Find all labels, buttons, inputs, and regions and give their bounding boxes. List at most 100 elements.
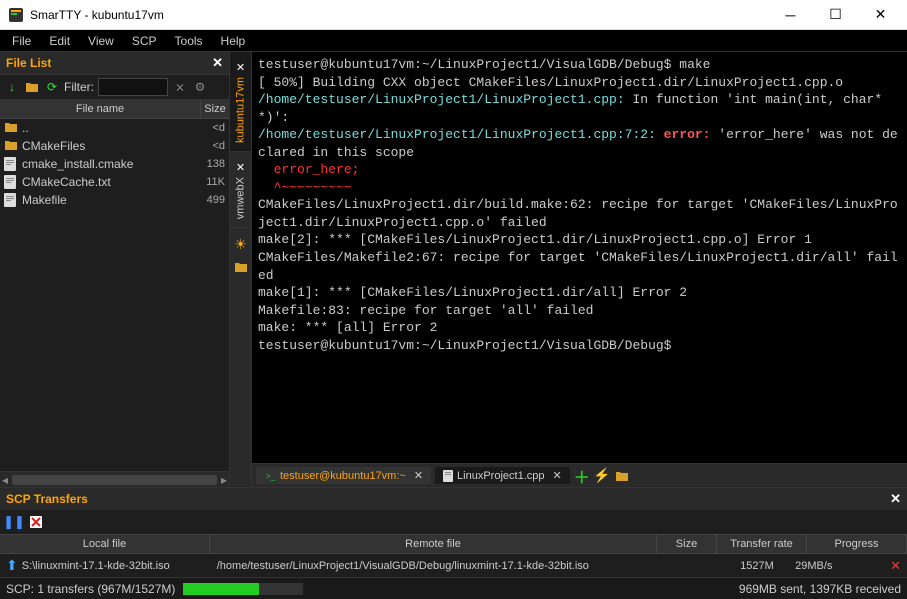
pause-icon[interactable]: ❚❚ [6,514,22,530]
file-list-close-icon[interactable]: ✕ [212,55,223,71]
col-file-name[interactable]: File name [0,100,201,118]
tab-label: testuser@kubuntu17vm:~ [280,470,406,482]
menu-view[interactable]: View [80,32,122,50]
terminal-line: make[1]: *** [CMakeFiles/LinuxProject1.d… [258,284,901,302]
add-tab-icon[interactable]: ＋ [574,468,590,484]
tab-close-icon[interactable]: ✕ [553,469,562,482]
col-local[interactable]: Local file [0,535,210,553]
tab-close-icon[interactable]: ✕ [234,60,247,73]
file-list-toolbar: ↓ ⟳ Filter: ⨯ ⚙ [0,75,229,100]
terminal-line: CMakeFiles/LinuxProject1.dir/build.make:… [258,196,901,231]
vertical-tab-label: vmwebX [235,177,247,219]
scp-close-icon[interactable]: ✕ [890,491,901,507]
terminal-line: /home/testuser/LinuxProject1/LinuxProjec… [258,91,901,126]
file-name: CMakeFiles [22,139,197,153]
file-row[interactable]: CMakeFiles<d [0,137,229,155]
file-row[interactable]: ..<d [0,119,229,137]
tab-terminal-session[interactable]: >_ testuser@kubuntu17vm:~ ✕ [256,467,431,484]
clear-filter-icon[interactable]: ⨯ [172,79,188,95]
maximize-button[interactable]: ☐ [813,0,858,29]
file-icon [4,157,18,171]
file-name: CMakeCache.txt [22,175,197,189]
menu-file[interactable]: File [4,32,39,50]
upload-icon: ⬆ [6,557,18,574]
tab-close-icon[interactable]: ✕ [234,160,247,173]
menu-edit[interactable]: Edit [41,32,78,50]
filter-input[interactable] [98,78,168,96]
cancel-icon[interactable]: ✕ [890,558,901,574]
vertical-tab-strip: kubuntu17vm ✕ vmwebX ✕ ☀ [230,52,252,487]
terminal-line: error_here; [258,161,901,179]
folder-icon [4,139,18,153]
file-name: cmake_install.cmake [22,157,197,171]
file-name: .. [22,121,197,135]
file-list-title: File List [6,56,51,70]
minimize-button[interactable]: ─ [768,0,813,29]
file-size: 138 [197,158,225,170]
close-button[interactable]: ✕ [858,0,903,29]
status-progress-bar [183,583,303,595]
file-row[interactable]: CMakeCache.txt11K [0,173,229,191]
file-row[interactable]: Makefile499 [0,191,229,209]
menu-help[interactable]: Help [213,32,254,50]
terminal-line: /home/testuser/LinuxProject1/LinuxProjec… [258,126,901,161]
menubar: File Edit View SCP Tools Help [0,30,907,52]
bottom-tab-strip: >_ testuser@kubuntu17vm:~ ✕ LinuxProject… [252,463,907,487]
menu-scp[interactable]: SCP [124,32,165,50]
vertical-tab[interactable]: vmwebX ✕ [230,152,251,228]
settings-icon[interactable]: ⚙ [192,79,208,95]
open-folder-icon[interactable] [24,79,40,95]
folder-icon[interactable] [614,468,630,484]
sun-icon[interactable]: ☀ [234,236,247,253]
vertical-tab-label: kubuntu17vm [235,77,247,143]
file-list-panel: File List ✕ ↓ ⟳ Filter: ⨯ ⚙ File name Si… [0,52,230,487]
col-remote[interactable]: Remote file [210,535,657,553]
tab-label: LinuxProject1.cpp [457,470,544,482]
bolt-icon[interactable]: ⚡ [594,468,610,484]
scp-row[interactable]: ⬆S:\linuxmint-17.1-kde-32bit.iso/home/te… [0,554,907,577]
terminal-area: testuser@kubuntu17vm:~/LinuxProject1/Vis… [252,52,907,487]
status-left: SCP: 1 transfers (967M/1527M) [6,582,175,596]
terminal-output[interactable]: testuser@kubuntu17vm:~/LinuxProject1/Vis… [252,52,907,463]
scp-title: SCP Transfers [6,492,88,506]
file-size: 11K [197,176,225,188]
tab-close-icon[interactable]: ✕ [414,469,423,482]
terminal-line: ^~~~~~~~~~ [258,179,901,197]
col-rate[interactable]: Transfer rate [717,535,807,553]
file-icon [443,470,453,482]
file-list-body: ..<dCMakeFiles<dcmake_install.cmake138CM… [0,119,229,471]
terminal-line: Makefile:83: recipe for target 'all' fai… [258,302,901,320]
scp-toolbar: ❚❚ [0,510,907,534]
col-progress[interactable]: Progress [807,535,907,553]
statusbar: SCP: 1 transfers (967M/1527M) 969MB sent… [0,577,907,599]
vertical-tab[interactable]: kubuntu17vm ✕ [230,52,251,152]
file-icon [4,193,18,207]
terminal-line: testuser@kubuntu17vm:~/LinuxProject1/Vis… [258,337,901,355]
cell-size: 1527M [736,560,791,572]
app-icon [8,7,24,23]
refresh-icon[interactable]: ⟳ [44,79,60,95]
cell-progress [876,560,890,572]
col-file-size[interactable]: Size [201,100,229,118]
file-name: Makefile [22,193,197,207]
file-list-hscrollbar[interactable]: ◂▸ [0,471,229,487]
tab-file-editor[interactable]: LinuxProject1.cpp ✕ [435,467,570,484]
terminal-panel: kubuntu17vm ✕ vmwebX ✕ ☀ testuser@kubuntu17v… [230,52,907,487]
file-size: <d [197,122,225,134]
terminal-line: testuser@kubuntu17vm:~/LinuxProject1/Vis… [258,56,901,74]
cancel-transfer-icon[interactable] [28,514,44,530]
terminal-line: CMakeFiles/Makefile2:67: recipe for targ… [258,249,901,284]
scp-columns: Local file Remote file Size Transfer rat… [0,534,907,554]
download-icon[interactable]: ↓ [4,79,20,95]
file-icon [4,175,18,189]
file-row[interactable]: cmake_install.cmake138 [0,155,229,173]
menu-tools[interactable]: Tools [167,32,211,50]
file-size: 499 [197,194,225,206]
terminal-line: make[2]: *** [CMakeFiles/LinuxProject1.d… [258,231,901,249]
terminal-line: [ 50%] Building CXX object CMakeFiles/Li… [258,74,901,92]
col-size[interactable]: Size [657,535,717,553]
folder-icon[interactable] [234,261,248,273]
file-list-columns: File name Size [0,100,229,119]
terminal-icon: >_ [264,471,276,481]
svg-text:>_: >_ [266,472,276,481]
